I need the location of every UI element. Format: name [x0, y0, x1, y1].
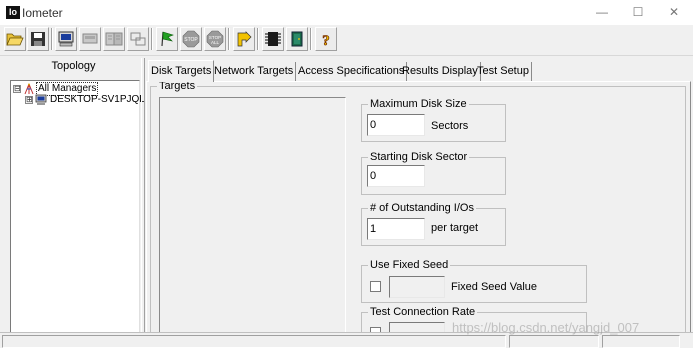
- tab-network-targets[interactable]: Network Targets: [212, 62, 297, 82]
- floppy-disk-icon: [31, 32, 45, 46]
- green-flag-icon: [161, 31, 174, 47]
- minimize-button[interactable]: —: [592, 4, 612, 20]
- iometer-app-icon: Io: [6, 6, 20, 19]
- fixed-seed-value-label: Fixed Seed Value: [451, 281, 538, 293]
- computer-icon: [58, 31, 74, 47]
- starting-disk-sector-label: Starting Disk Sector: [368, 151, 470, 163]
- status-pane-3: [602, 335, 680, 348]
- topology-title: Topology: [51, 60, 96, 72]
- test-connection-rate-label: Test Connection Rate: [368, 306, 478, 318]
- use-fixed-seed-label: Use Fixed Seed: [368, 259, 451, 271]
- exit-button[interactable]: [286, 27, 308, 51]
- stop-all-icon: STOPALL: [206, 30, 224, 48]
- toolbar-separator: [151, 28, 153, 50]
- svg-text:ALL: ALL: [211, 40, 220, 45]
- toolbar: STOP STOP ALL ?: [0, 25, 693, 56]
- chip-icon: [265, 32, 281, 46]
- toolbar-separator: [51, 28, 53, 50]
- save-config-button[interactable]: [27, 27, 49, 51]
- status-bar: [0, 332, 693, 348]
- folder-open-icon: [6, 33, 24, 46]
- iometer-window: Io Iometer — ☐ ✕ STOP STOP ALL ? Topolog…: [0, 0, 693, 348]
- open-config-button[interactable]: [4, 27, 26, 51]
- duplicate-worker-icon: [105, 32, 123, 46]
- collapse-icon[interactable]: ⊟: [13, 85, 21, 93]
- toolbar-separator: [228, 28, 230, 50]
- toolbar-separator: [310, 28, 312, 50]
- test-connection-rate-spinner[interactable]: [389, 322, 445, 332]
- help-question-icon: ?: [322, 33, 330, 48]
- duplicate-worker-button[interactable]: [103, 27, 125, 51]
- outstanding-ios-input[interactable]: 1: [367, 218, 425, 240]
- maximize-button[interactable]: ☐: [628, 4, 648, 20]
- svg-text:STOP: STOP: [184, 37, 198, 43]
- tree-item-desktop[interactable]: ⊞ DESKTOP-SV1PJQL: [25, 94, 146, 106]
- svg-text:?: ?: [322, 33, 330, 48]
- tab-disk-targets[interactable]: Disk Targets: [148, 60, 215, 82]
- stop-icon: STOP: [182, 30, 200, 48]
- starting-disk-sector-input[interactable]: 0: [367, 165, 425, 187]
- stop-button[interactable]: STOP: [180, 27, 202, 51]
- status-pane-main: [2, 335, 506, 348]
- tab-test-setup[interactable]: Test Setup: [475, 62, 532, 82]
- network-worker-icon: [82, 33, 98, 44]
- close-button[interactable]: ✕: [664, 4, 684, 20]
- reset-workers-button[interactable]: [233, 27, 255, 51]
- sectors-label: Sectors: [431, 120, 469, 132]
- targets-list[interactable]: [159, 97, 346, 338]
- topology-tree[interactable]: ⊟ All Managers ⊞ DESKTOP-SV1PJQL: [10, 80, 145, 335]
- expand-icon[interactable]: ⊞: [25, 96, 33, 104]
- tab-results-display[interactable]: Results Display: [400, 62, 481, 82]
- reset-arrow-icon: [237, 31, 252, 47]
- start-managers-button[interactable]: [262, 27, 284, 51]
- max-disk-size-label: Maximum Disk Size: [368, 98, 469, 110]
- outstanding-ios-label: # of Outstanding I/Os: [368, 202, 476, 214]
- stop-all-button[interactable]: STOP ALL: [204, 27, 226, 51]
- disconnect-icon: [130, 32, 146, 46]
- start-button[interactable]: [156, 27, 178, 51]
- exit-door-icon: [291, 31, 303, 47]
- computer-icon: [35, 94, 47, 105]
- disconnect-button[interactable]: [127, 27, 149, 51]
- window-title: Iometer: [22, 6, 63, 20]
- topology-panel: Topology ⊟ All Managers ⊞ DESKTOP-SV1PJQ…: [6, 58, 145, 338]
- per-target-label: per target: [431, 222, 479, 234]
- about-button[interactable]: ?: [315, 27, 337, 51]
- toolbar-separator: [257, 28, 259, 50]
- title-bar: Io Iometer — ☐ ✕: [0, 0, 693, 25]
- status-pane-2: [509, 335, 599, 348]
- max-disk-size-input[interactable]: 0: [367, 114, 425, 136]
- use-fixed-seed-checkbox[interactable]: [370, 281, 381, 292]
- new-disk-worker-button[interactable]: [55, 27, 77, 51]
- tab-access-specifications[interactable]: Access Specifications: [296, 62, 408, 82]
- fixed-seed-value-input[interactable]: [389, 276, 445, 298]
- tree-item-label: DESKTOP-SV1PJQL: [50, 94, 145, 105]
- new-network-worker-button[interactable]: [79, 27, 101, 51]
- panel-splitter[interactable]: [141, 58, 145, 338]
